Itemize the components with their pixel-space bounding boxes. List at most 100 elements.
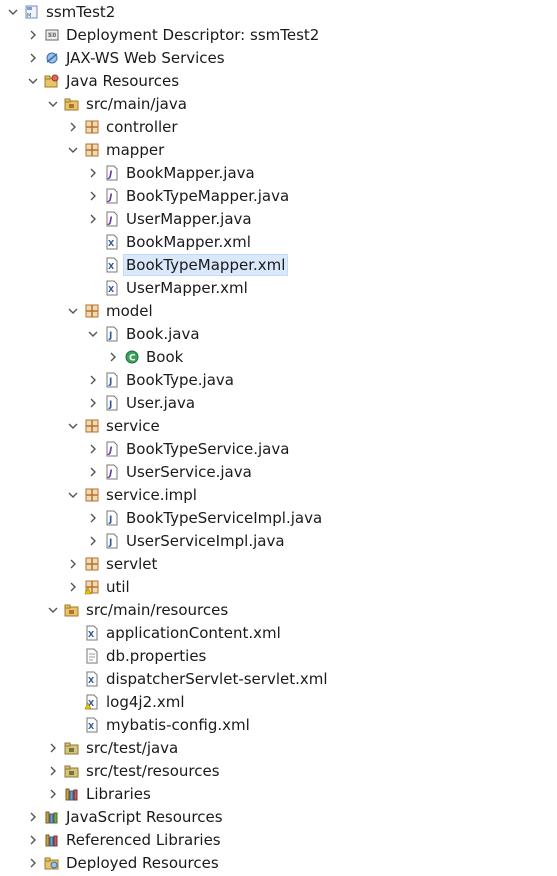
tree-node-label: UserService.java (126, 462, 252, 481)
chevron-down-icon[interactable] (26, 74, 40, 88)
tree-node[interactable]: mapper (66, 138, 166, 161)
tree-node-label: Referenced Libraries (66, 830, 221, 849)
xml-file-icon: X (84, 671, 100, 687)
chevron-right-icon[interactable] (26, 810, 40, 824)
deployed-resources-icon (44, 855, 60, 871)
chevron-right-icon[interactable] (86, 166, 100, 180)
svg-text:X: X (88, 676, 95, 685)
tree-node-label: UserServiceImpl.java (126, 531, 285, 550)
chevron-right-icon[interactable] (66, 580, 80, 594)
chevron-down-icon[interactable] (66, 304, 80, 318)
chevron-right-icon[interactable] (46, 787, 60, 801)
tree-node[interactable]: service (66, 414, 162, 437)
chevron-down-icon[interactable] (66, 419, 80, 433)
tree-node[interactable]: X BookMapper.xml (86, 230, 253, 253)
tree-node[interactable]: J BookTypeService.java (86, 437, 291, 460)
java-file-icon: J (104, 510, 120, 526)
svg-text:X: X (88, 630, 95, 639)
tree-node[interactable]: Libraries (46, 782, 153, 805)
deployment-descriptor-icon: 3.0 (44, 27, 60, 43)
chevron-right-icon[interactable] (86, 396, 100, 410)
tree-node-label: src/main/resources (86, 600, 229, 619)
tree-node[interactable]: service.impl (66, 483, 199, 506)
tree-node[interactable]: util (66, 575, 132, 598)
chevron-right-icon[interactable] (86, 212, 100, 226)
chevron-right-icon[interactable] (86, 373, 100, 387)
tree-node[interactable]: Xlog4j2.xml (66, 690, 187, 713)
chevron-right-icon[interactable] (106, 350, 120, 364)
tree-node[interactable]: src/main/java (46, 92, 189, 115)
chevron-down-icon[interactable] (66, 143, 80, 157)
tree-node[interactable]: JavaScript Resources (26, 805, 225, 828)
tree-node-label: BookType.java (126, 370, 234, 389)
tree-node[interactable]: X BookTypeMapper.xml (86, 253, 289, 276)
tree-node[interactable]: src/test/java (46, 736, 180, 759)
tree-node[interactable]: Referenced Libraries (26, 828, 223, 851)
chevron-down-icon[interactable] (46, 603, 60, 617)
chevron-right-icon[interactable] (26, 51, 40, 65)
tree-node[interactable]: C Book (106, 345, 185, 368)
tree-node[interactable]: XdispatcherServlet-servlet.xml (66, 667, 330, 690)
tree-node-label: BookTypeMapper.java (126, 186, 290, 205)
tree-node[interactable]: J BookMapper.java (86, 161, 257, 184)
java-interface-file-icon: J (104, 441, 120, 457)
chevron-right-icon[interactable] (46, 764, 60, 778)
tree-node-label: Java Resources (66, 71, 180, 90)
chevron-right-icon[interactable] (86, 189, 100, 203)
tree-node[interactable]: J BookType.java (86, 368, 236, 391)
tree-node[interactable]: model (66, 299, 155, 322)
java-interface-file-icon: J (104, 165, 120, 181)
tree-node-label: db.properties (106, 646, 207, 665)
tree-node[interactable]: Java Resources (26, 69, 181, 92)
chevron-down-icon[interactable] (86, 327, 100, 341)
chevron-right-icon[interactable] (26, 856, 40, 870)
web-services-icon (44, 50, 60, 66)
tree-node-label: ssmTest2 (46, 2, 116, 21)
tree-node[interactable]: MssmTest2 (6, 0, 117, 23)
chevron-right-icon[interactable] (86, 465, 100, 479)
tree-node[interactable]: src/main/resources (46, 598, 230, 621)
tree-node[interactable]: J BookTypeMapper.java (86, 184, 291, 207)
tree-node-label: JavaScript Resources (66, 807, 223, 826)
chevron-right-icon[interactable] (86, 534, 100, 548)
tree-node-label: src/test/resources (86, 761, 220, 780)
chevron-down-icon[interactable] (6, 5, 20, 19)
chevron-right-icon[interactable] (86, 511, 100, 525)
tree-node[interactable]: J UserService.java (86, 460, 254, 483)
tree-node[interactable]: Xmybatis-config.xml (66, 713, 252, 736)
chevron-down-icon[interactable] (46, 97, 60, 111)
tree-node[interactable]: Deployed Resources (26, 851, 221, 874)
tree-node[interactable]: J Book.java (86, 322, 202, 345)
tree-node[interactable]: db.properties (66, 644, 208, 667)
project-explorer-tree: MssmTest2 3.0 Deployment Descriptor: ssmTe… (0, 0, 557, 876)
tree-node[interactable]: X UserMapper.xml (86, 276, 250, 299)
svg-text:M: M (27, 13, 31, 19)
source-folder-icon (64, 96, 80, 112)
tree-node[interactable]: 3.0 Deployment Descriptor: ssmTest2 (26, 23, 321, 46)
tree-node-label: UserMapper.xml (126, 278, 248, 297)
svg-text:J: J (108, 538, 112, 548)
chevron-right-icon[interactable] (66, 557, 80, 571)
java-interface-file-icon: J (104, 211, 120, 227)
tree-node[interactable]: src/test/resources (46, 759, 222, 782)
chevron-right-icon[interactable] (26, 833, 40, 847)
chevron-right-icon[interactable] (26, 28, 40, 42)
java-file-icon: J (104, 326, 120, 342)
chevron-right-icon[interactable] (46, 741, 60, 755)
tree-node[interactable]: JAX-WS Web Services (26, 46, 227, 69)
tree-node[interactable]: J UserServiceImpl.java (86, 529, 287, 552)
tree-node[interactable]: J User.java (86, 391, 197, 414)
chevron-down-icon[interactable] (66, 488, 80, 502)
java-resources-icon (44, 73, 60, 89)
tree-node[interactable]: XapplicationContent.xml (66, 621, 283, 644)
source-folder-icon (64, 602, 80, 618)
chevron-right-icon[interactable] (66, 120, 80, 134)
tree-node[interactable]: J BookTypeServiceImpl.java (86, 506, 324, 529)
tree-node[interactable]: servlet (66, 552, 159, 575)
tree-node-label: UserMapper.java (126, 209, 252, 228)
tree-node[interactable]: controller (66, 115, 180, 138)
chevron-right-icon[interactable] (86, 442, 100, 456)
tree-node-label: model (106, 301, 153, 320)
tree-node[interactable]: J UserMapper.java (86, 207, 254, 230)
